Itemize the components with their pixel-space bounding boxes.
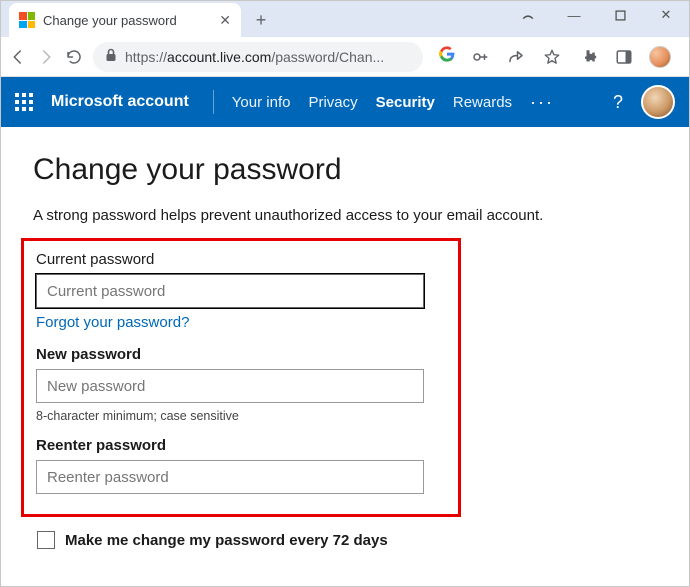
nav-privacy[interactable]: Privacy <box>308 94 357 111</box>
new-tab-button[interactable]: + <box>247 6 275 34</box>
star-icon[interactable] <box>541 46 563 68</box>
extensions-icon[interactable] <box>577 46 599 68</box>
highlight-box: Current password Forgot your password? N… <box>21 238 461 517</box>
new-password-input[interactable] <box>36 369 424 403</box>
chrome-menu-icon[interactable]: ⋮ <box>685 46 690 68</box>
page-viewport: Microsoft account Your info Privacy Secu… <box>1 77 689 586</box>
force-change-label: Make me change my password every 72 days <box>65 532 388 549</box>
window-close-button[interactable]: ✕ <box>643 1 689 29</box>
window-minimize-button[interactable] <box>505 1 551 29</box>
nav-separator <box>213 90 214 114</box>
browser-tabstrip: Change your password ✕ + ― ✕ <box>1 1 689 37</box>
browser-tab-active[interactable]: Change your password ✕ <box>9 3 241 37</box>
nav-security[interactable]: Security <box>376 94 435 111</box>
google-search-icon[interactable] <box>439 46 455 67</box>
browser-toolbar: https://account.live.com/password/Chan..… <box>1 37 689 77</box>
microsoft-favicon <box>19 12 35 28</box>
nav-rewards[interactable]: Rewards <box>453 94 512 111</box>
key-icon[interactable] <box>469 46 491 68</box>
ms-topnav: Microsoft account Your info Privacy Secu… <box>1 77 689 127</box>
reenter-password-label: Reenter password <box>36 437 446 454</box>
page-body: Change your password A strong password h… <box>1 127 689 586</box>
profile-avatar-large[interactable] <box>641 85 675 119</box>
new-password-label: New password <box>36 346 446 363</box>
tab-title: Change your password <box>43 13 211 28</box>
profile-avatar-small[interactable] <box>649 46 671 68</box>
new-password-hint: 8-character minimum; case sensitive <box>36 409 446 423</box>
brand-label[interactable]: Microsoft account <box>51 93 189 111</box>
nav-your-info[interactable]: Your info <box>232 94 291 111</box>
forgot-password-link[interactable]: Forgot your password? <box>36 314 189 331</box>
current-password-input[interactable] <box>36 274 424 308</box>
back-button[interactable] <box>9 46 27 68</box>
address-bar[interactable]: https://account.live.com/password/Chan..… <box>93 42 423 72</box>
window-minimize2-button[interactable]: ― <box>551 1 597 29</box>
reenter-password-input[interactable] <box>36 460 424 494</box>
help-icon[interactable]: ? <box>613 92 623 113</box>
page-subhead: A strong password helps prevent unauthor… <box>33 207 657 224</box>
window-maximize-button[interactable] <box>597 1 643 29</box>
forward-button[interactable] <box>37 46 55 68</box>
nav-more-icon[interactable]: ··· <box>530 92 554 113</box>
app-launcher-icon[interactable] <box>15 93 33 111</box>
current-password-label: Current password <box>36 251 446 268</box>
reload-button[interactable] <box>65 46 83 68</box>
sidepanel-icon[interactable] <box>613 46 635 68</box>
lock-icon <box>105 48 117 65</box>
close-tab-icon[interactable]: ✕ <box>219 12 231 29</box>
force-change-checkbox[interactable] <box>37 531 55 549</box>
share-icon[interactable] <box>505 46 527 68</box>
page-title: Change your password <box>33 153 657 187</box>
url-text: https://account.live.com/password/Chan..… <box>125 49 384 65</box>
